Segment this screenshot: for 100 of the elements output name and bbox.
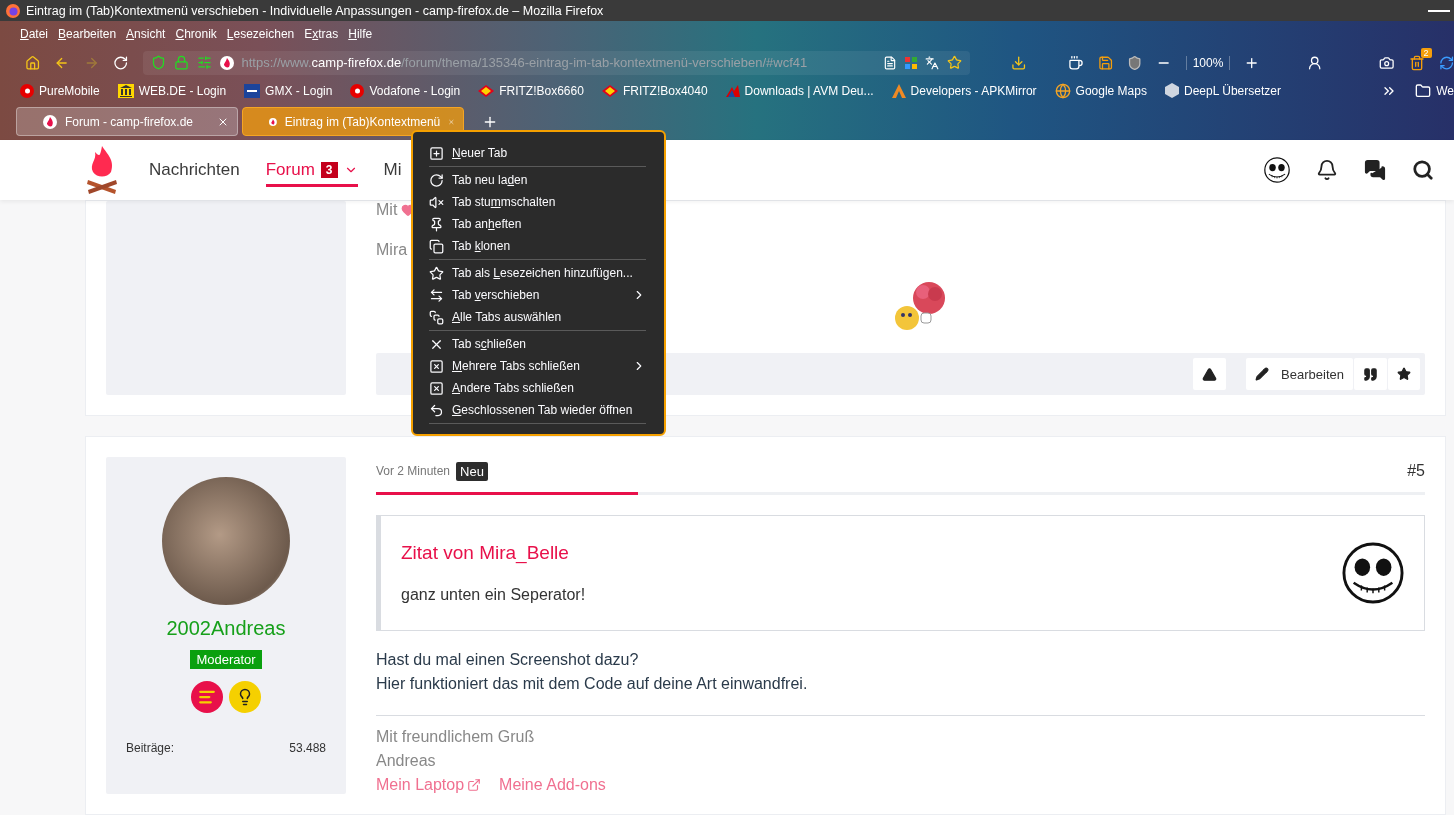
menu-item[interactable]: Tab verschieben [429, 284, 646, 306]
cup-icon[interactable] [1068, 54, 1084, 71]
bookmark-button[interactable] [1388, 358, 1420, 390]
nav-link[interactable]: Nachrichten [149, 153, 240, 187]
post-text: Hier funktioniert das mit dem Code auf deine Art einwandfrei. [376, 675, 809, 693]
url-text: https://www.camp-firefox.de/forum/thema/135346-eintrag-im-tab-kontextmenü-verschieben/#wcf41 [241, 55, 809, 70]
trophy-icon[interactable] [229, 681, 261, 713]
diamond-icon [478, 84, 495, 97]
folder-icon [1415, 82, 1432, 99]
circle-logo-icon [20, 83, 34, 98]
new-badge: Neu [456, 461, 488, 481]
person-icon[interactable] [1306, 54, 1323, 71]
quote-button[interactable] [1354, 358, 1387, 390]
building-icon [117, 83, 134, 98]
address-bar[interactable]: https://www.camp-firefox.de/forum/thema/135346-eintrag-im-tab-kontextmenü-verschieben/#wcf41 [142, 50, 970, 75]
menu-item[interactable]: Tab anheften [429, 213, 646, 235]
a-logo-icon [891, 83, 906, 98]
menu-item[interactable]: Tab schließen [429, 333, 646, 355]
reload-icon[interactable] [113, 54, 129, 71]
crossed-tab-icon [429, 358, 444, 374]
bookmark-item[interactable]: PureMobile [20, 83, 100, 98]
diamond-icon [601, 84, 618, 97]
bookmark-item[interactable]: Vodafone - Login [350, 83, 461, 98]
chat-icon[interactable] [1364, 159, 1386, 181]
search-icon[interactable] [1412, 159, 1434, 181]
bell-icon[interactable] [1316, 159, 1338, 181]
menu-item[interactable]: Bearbeiten [58, 27, 117, 41]
report-button[interactable] [1193, 358, 1227, 390]
bookmark-item[interactable]: GMX - Login [244, 83, 333, 98]
menu-item[interactable]: Ansicht [126, 27, 166, 41]
menu-item[interactable]: Mehrere Tabs schließen [429, 355, 646, 377]
menu-item[interactable]: Tab neu laden [429, 169, 646, 191]
download-icon[interactable] [1011, 54, 1027, 71]
menu-item[interactable]: Alle Tabs auswählen [429, 306, 646, 328]
bookmark-item[interactable]: Developers - APKMirror [891, 83, 1037, 98]
muted-speaker-icon [429, 194, 444, 210]
star-icon [429, 265, 444, 281]
copy-icon [429, 238, 444, 254]
browser-tab[interactable]: Forum - camp-firefox.de [16, 107, 238, 136]
menu-item[interactable]: Lesezeichen [226, 27, 295, 41]
post-time: Vor 2 Minuten [376, 464, 451, 478]
rank-badge: Moderator [190, 650, 262, 669]
menu-item[interactable]: Extras [304, 27, 339, 41]
bookmark-folder[interactable]: We [1415, 82, 1454, 99]
stat-label: Beiträge: [126, 741, 175, 755]
browser-logo-icon [6, 3, 20, 18]
home-icon[interactable] [25, 54, 41, 71]
shield-icon [150, 55, 166, 70]
crossed-square-icon [429, 380, 444, 396]
reader-icon[interactable] [882, 55, 897, 70]
trash-icon[interactable] [1408, 54, 1425, 71]
menu-item[interactable]: Hilfe [348, 27, 373, 41]
text-line: Mira [376, 241, 408, 259]
warning-icon [1202, 366, 1218, 382]
lock-icon [173, 55, 189, 70]
colored-squares-icon[interactable] [904, 56, 917, 69]
text-line: Mit [376, 201, 398, 219]
minimize-button[interactable] [1428, 9, 1450, 12]
shield-icon[interactable] [1126, 54, 1143, 71]
menu-item[interactable]: Andere Tabs schließen [429, 377, 646, 399]
quote-text: ganz unten ein Seperator! [401, 586, 587, 604]
hexagon-icon [1164, 83, 1179, 98]
star-icon [1397, 367, 1411, 381]
new-tab-icon [429, 145, 444, 161]
globe-icon [1054, 82, 1071, 99]
menu-item[interactable]: Tab klonen [429, 235, 646, 257]
swap-arrows-icon [429, 287, 444, 303]
menu-item[interactable]: Geschlossenen Tab wieder öffnen [429, 399, 646, 421]
circle-logo-icon [350, 83, 365, 98]
sync-icon[interactable] [1438, 54, 1454, 71]
edit-button[interactable]: Bearbeiten [1246, 358, 1353, 390]
bookmark-item[interactable]: Google Maps [1054, 82, 1147, 99]
menu-item[interactable]: Tab stummschalten [429, 191, 646, 213]
flame-icon [219, 55, 234, 70]
bookmark-item[interactable]: FRITZ!Box4040 [601, 83, 708, 98]
star-icon[interactable] [946, 55, 962, 70]
menu-item[interactable]: Neuer Tab [429, 142, 646, 164]
zoom-level[interactable]: 100% [1185, 55, 1231, 70]
menu-item[interactable]: Chronik [175, 27, 217, 41]
undo-icon [429, 402, 444, 418]
count-badge: 3 [320, 161, 338, 178]
menu-item[interactable]: Tab als Lesezeichen hinzufügen... [429, 262, 646, 284]
nav-link[interactable]: Forum 3 [265, 153, 358, 187]
camera-icon[interactable] [1379, 54, 1395, 71]
sliders-icon [196, 55, 212, 70]
translate-icon[interactable] [924, 55, 939, 70]
stat-value: 53.488 [289, 741, 326, 755]
post-number[interactable]: #5 [1407, 462, 1425, 480]
bookmark-item[interactable]: DeepL Übersetzer [1164, 83, 1281, 98]
flame-icon [43, 114, 57, 129]
bookmark-item[interactable]: Downloads | AVM Deu... [725, 83, 874, 98]
menu-item[interactable]: Datei [20, 27, 49, 41]
avatar-icon [1342, 542, 1404, 604]
stacked-squares-icon [429, 309, 444, 325]
stripes-icon [725, 84, 740, 97]
bookmark-item[interactable]: WEB.DE - Login [117, 83, 227, 98]
count-badge: 2 [1420, 47, 1432, 58]
nav-link[interactable]: Mi [383, 153, 402, 187]
quote-title[interactable]: Zitat von Mira_Belle [401, 542, 1342, 564]
bookmark-item[interactable]: FRITZ!Box6660 [478, 83, 584, 98]
